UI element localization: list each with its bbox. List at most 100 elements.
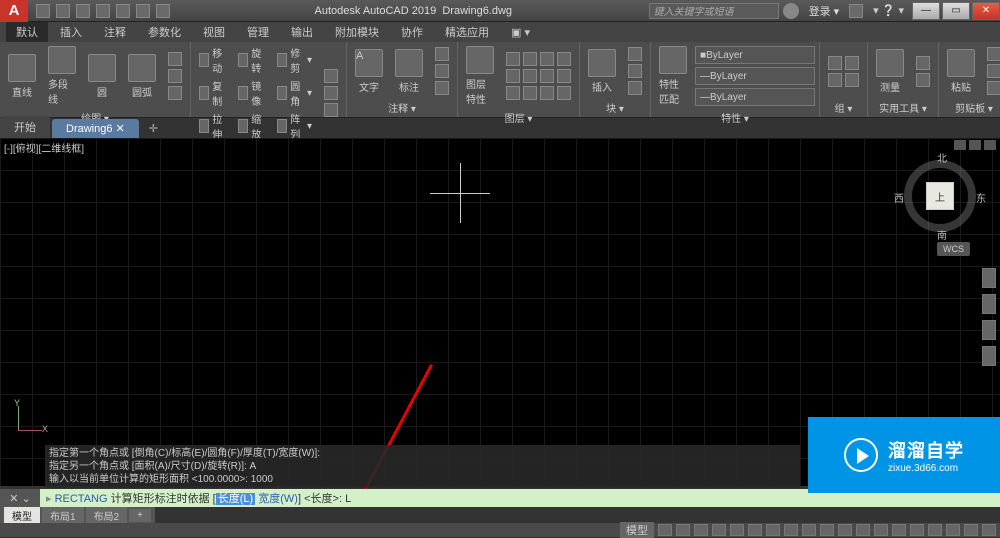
panel-modify: 移动 复制 拉伸 旋转 镜像 缩放 修剪 ▾ 圆角 ▾ 阵列 ▾ 修改 ▾ [191, 42, 347, 117]
nav-wheel-icon[interactable] [982, 268, 996, 288]
hw-icon[interactable] [946, 524, 960, 536]
user-avatar-icon[interactable] [783, 3, 799, 19]
dim-button[interactable]: 标注 [391, 47, 427, 96]
copy-button[interactable]: 复制 [195, 77, 230, 109]
panel-draw: 直线 多段线 圆 圆弧 绘图 ▾ [0, 42, 191, 117]
help-icon[interactable]: ▾ ❔ ▾ [867, 4, 910, 17]
qat-undo-icon[interactable] [136, 4, 150, 18]
viewport-label[interactable]: [-][俯视][二维线框] [4, 140, 84, 155]
nav-pan-icon[interactable] [982, 294, 996, 314]
annoscale-icon[interactable] [820, 524, 834, 536]
tab-default[interactable]: 默认 [6, 22, 48, 42]
lwt-toggle-icon[interactable] [766, 524, 780, 536]
viewcube[interactable]: 上 北 南 东 西 [900, 156, 980, 236]
wcs-badge[interactable]: WCS [937, 242, 970, 256]
panel-group: 组 ▾ [820, 42, 868, 117]
ellipse-button[interactable] [164, 85, 186, 101]
tab-expand-icon[interactable]: ▣ ▾ [501, 24, 540, 41]
transparency-icon[interactable] [784, 524, 798, 536]
tab-close-icon[interactable]: ✕ [116, 123, 125, 135]
maximize-button[interactable]: ▭ [942, 2, 970, 20]
lineweight-dropdown[interactable]: — ByLayer [695, 67, 815, 85]
doc-window-controls [954, 140, 996, 150]
grid-toggle-icon[interactable] [658, 524, 672, 536]
qat-save-icon[interactable] [76, 4, 90, 18]
qat-new-icon[interactable] [36, 4, 50, 18]
qat-redo-icon[interactable] [156, 4, 170, 18]
otrack-toggle-icon[interactable] [748, 524, 762, 536]
nav-zoom-icon[interactable] [982, 320, 996, 340]
measure-button[interactable]: 测量 [872, 47, 908, 96]
cycle-icon[interactable] [802, 524, 816, 536]
window-controls: — ▭ ✕ [910, 2, 1000, 20]
mirror-button[interactable]: 镜像 [234, 77, 269, 109]
tab-featured[interactable]: 精选应用 [435, 22, 499, 42]
tab-drawing6[interactable]: Drawing6 ✕ [52, 119, 139, 138]
ortho-toggle-icon[interactable] [694, 524, 708, 536]
text-button[interactable]: A文字 [351, 47, 387, 96]
linetype-dropdown[interactable]: — ByLayer [695, 88, 815, 106]
osnap-toggle-icon[interactable] [730, 524, 744, 536]
custom-icon[interactable] [982, 524, 996, 536]
cmd-toggle-icon[interactable]: ✕ ⌄ [0, 489, 40, 507]
insert-icon [588, 49, 616, 77]
match-props-button[interactable]: 特性匹配 [655, 44, 691, 108]
polyline-button[interactable]: 多段线 [44, 44, 80, 108]
close-button[interactable]: ✕ [972, 2, 1000, 20]
units-icon[interactable] [874, 524, 888, 536]
qat-saveas-icon[interactable] [96, 4, 110, 18]
help-search[interactable]: 键入关键字或短语 [649, 3, 779, 19]
app-logo[interactable]: A [0, 0, 28, 22]
qat-plot-icon[interactable] [116, 4, 130, 18]
quick-access-toolbar [28, 4, 178, 18]
tab-view[interactable]: 视图 [193, 22, 235, 42]
layout-add-icon[interactable]: + [129, 509, 151, 522]
qp-icon[interactable] [892, 524, 906, 536]
fillet-button[interactable]: 圆角 ▾ [273, 77, 316, 109]
color-dropdown[interactable]: ■ ByLayer [695, 46, 815, 64]
layout-2[interactable]: 布局2 [86, 507, 128, 524]
layout-model[interactable]: 模型 [4, 507, 40, 524]
tab-output[interactable]: 输出 [281, 22, 323, 42]
tab-addons[interactable]: 附加模块 [325, 22, 389, 42]
nav-orbit-icon[interactable] [982, 346, 996, 366]
move-button[interactable]: 移动 [195, 44, 230, 76]
arc-button[interactable]: 圆弧 [124, 52, 160, 101]
clean-icon[interactable] [964, 524, 978, 536]
doc-max-icon[interactable] [969, 140, 981, 150]
line-button[interactable]: 直线 [4, 52, 40, 101]
tab-manage[interactable]: 管理 [237, 22, 279, 42]
hatch-button[interactable] [164, 68, 186, 84]
isolate-icon[interactable] [928, 524, 942, 536]
lock-icon[interactable] [910, 524, 924, 536]
qat-open-icon[interactable] [56, 4, 70, 18]
doc-min-icon[interactable] [954, 140, 966, 150]
doc-close-icon[interactable] [984, 140, 996, 150]
tab-insert[interactable]: 插入 [50, 22, 92, 42]
panel-block: 插入 块 ▾ [580, 42, 651, 117]
layer-props-button[interactable]: 图层特性 [462, 44, 498, 108]
status-model-button[interactable]: 模型 [620, 522, 654, 538]
exchange-icon[interactable] [849, 4, 863, 18]
window-title: Autodesk AutoCAD 2019 Drawing6.dwg [178, 5, 649, 17]
tab-param[interactable]: 参数化 [138, 22, 191, 42]
annomon-icon[interactable] [856, 524, 870, 536]
workspace-icon[interactable] [838, 524, 852, 536]
tab-collab[interactable]: 协作 [391, 22, 433, 42]
login-button[interactable]: 登录 ▾ [803, 3, 846, 19]
polar-toggle-icon[interactable] [712, 524, 726, 536]
insert-button[interactable]: 插入 [584, 47, 620, 96]
watermark-play-icon [844, 438, 878, 472]
add-tab-icon[interactable]: ✛ [141, 119, 166, 138]
snap-toggle-icon[interactable] [676, 524, 690, 536]
trim-button[interactable]: 修剪 ▾ [273, 44, 316, 76]
paste-button[interactable]: 粘贴 [943, 47, 979, 96]
tab-annotate[interactable]: 注释 [94, 22, 136, 42]
rotate-button[interactable]: 旋转 [234, 44, 269, 76]
layers-icon [466, 46, 494, 74]
layout-1[interactable]: 布局1 [42, 507, 84, 524]
minimize-button[interactable]: — [912, 2, 940, 20]
rect-button[interactable] [164, 51, 186, 67]
tab-start[interactable]: 开始 [0, 116, 50, 138]
circle-button[interactable]: 圆 [84, 52, 120, 101]
